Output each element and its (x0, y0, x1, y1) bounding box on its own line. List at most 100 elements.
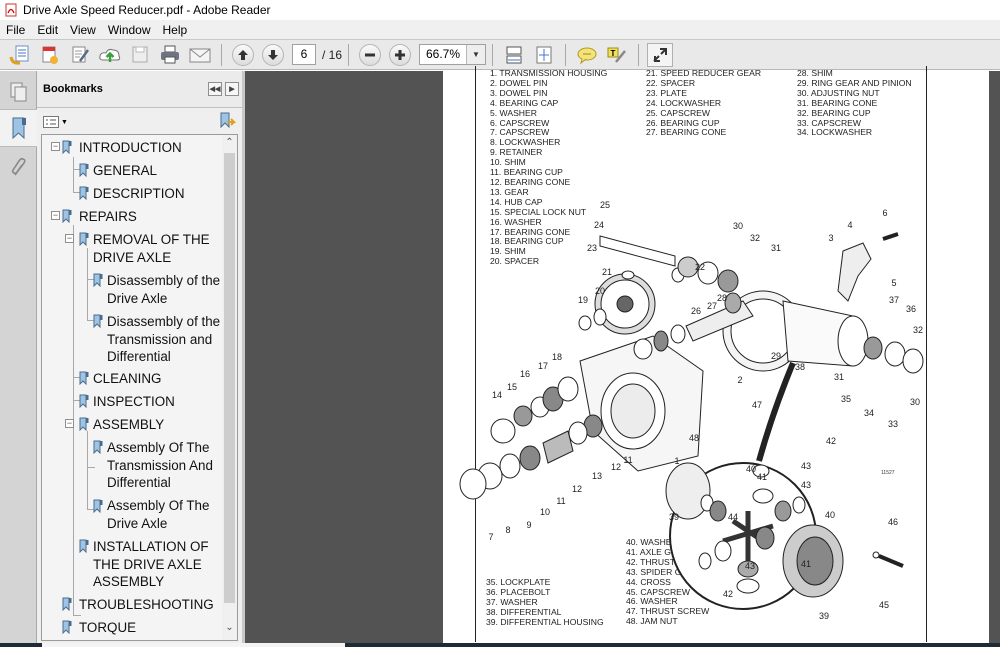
bookmark-icon (62, 209, 72, 223)
bookmarks-title: Bookmarks (43, 83, 103, 95)
edit-button[interactable] (67, 43, 93, 67)
callout-43: 43 (801, 480, 811, 490)
bookmark-installation[interactable]: INSTALLATION OF THE DRIVE AXLE ASSEMBLY (93, 538, 209, 591)
callout-36: 36 (906, 304, 916, 314)
bookmark-removal-of-the-drive-axle[interactable]: REMOVAL OF THE DRIVE AXLE (93, 231, 210, 266)
bookmark-disassembly-drive-axle[interactable]: Disassembly of the Drive Axle (107, 272, 220, 307)
menu-view[interactable]: View (64, 23, 102, 37)
callout-28: 28 (717, 293, 727, 303)
window-title: Drive Axle Speed Reducer.pdf - Adobe Rea… (23, 3, 271, 17)
open-icon (42, 46, 58, 64)
menu-file[interactable]: File (0, 23, 31, 37)
callout-44: 44 (728, 512, 738, 522)
toolbar-separator (638, 43, 640, 66)
callout-8: 8 (505, 525, 510, 535)
horizontal-scrollbar[interactable] (42, 643, 345, 647)
bookmark-introduction[interactable]: INTRODUCTION (79, 139, 182, 157)
fit-page-button[interactable] (531, 43, 557, 67)
callout-42: 42 (723, 589, 733, 599)
double-chevron-left-icon: ◀◀ (209, 86, 221, 93)
svg-text:T: T (611, 49, 616, 58)
print-button[interactable] (157, 43, 183, 67)
expand-current-bookmark-button[interactable] (218, 111, 237, 134)
highlight-button[interactable]: T (604, 43, 630, 67)
bookmark-icon (62, 140, 72, 154)
callout-30: 30 (910, 397, 920, 407)
bookmarks-scrollbar[interactable]: ⌃ ⌄ (222, 135, 237, 640)
fullscreen-button[interactable] (647, 42, 674, 67)
diagram-linework (459, 232, 924, 610)
callout-41: 41 (801, 559, 811, 569)
scroll-up-icon[interactable]: ⌃ (222, 137, 237, 153)
bookmark-assembly[interactable]: ASSEMBLY (93, 416, 164, 434)
callout-9: 9 (526, 520, 531, 530)
callout-42: 42 (826, 436, 836, 446)
callout-40: 40 (825, 510, 835, 520)
fullscreen-icon (653, 47, 668, 62)
email-button[interactable] (187, 43, 213, 67)
callout-33: 33 (888, 419, 898, 429)
toolbar-separator (348, 43, 350, 66)
callout-12: 12 (611, 462, 621, 472)
bookmark-disassembly-transmission[interactable]: Disassembly of the Transmission and Diff… (107, 313, 220, 366)
callout-47: 47 (752, 400, 762, 410)
collapse-toggle[interactable]: − (65, 419, 74, 428)
menu-edit[interactable]: Edit (31, 23, 64, 37)
bookmark-cleaning[interactable]: CLEANING (93, 370, 161, 388)
bookmark-assembly-drive-axle[interactable]: Assembly Of The Drive Axle (107, 497, 209, 532)
collapse-toggle[interactable]: − (51, 142, 60, 151)
attachments-panel-button[interactable] (0, 149, 37, 187)
bookmark-icon (93, 499, 103, 513)
bookmark-options-button[interactable]: ▼ (43, 116, 68, 128)
next-page-button[interactable] (260, 43, 286, 67)
menu-bar: File Edit View Window Help (0, 20, 1000, 39)
save-button[interactable] (127, 43, 153, 67)
callout-17: 17 (538, 361, 548, 371)
create-pdf-button[interactable] (7, 43, 33, 67)
upload-button[interactable] (97, 43, 123, 67)
chevron-down-icon: ▼ (61, 118, 68, 126)
bookmark-description[interactable]: DESCRIPTION (93, 185, 185, 203)
chevron-down-icon[interactable]: ▼ (466, 45, 486, 64)
bookmark-assembly-transmission[interactable]: Assembly Of The Transmission And Differe… (107, 439, 213, 492)
callout-13: 13 (592, 471, 602, 481)
comment-button[interactable] (574, 43, 600, 67)
callout-27: 27 (707, 301, 717, 311)
bookmark-general[interactable]: GENERAL (93, 162, 157, 180)
bookmark-icon (93, 440, 103, 454)
menu-window[interactable]: Window (102, 23, 157, 37)
bookmarks-panel-button[interactable] (0, 109, 38, 147)
zoom-value[interactable]: 66.7% (420, 45, 466, 64)
callout-41: 41 (757, 472, 767, 482)
collapse-toggle[interactable]: − (51, 211, 60, 220)
bookmark-icon (93, 314, 103, 328)
page-number-input[interactable]: 6 (292, 44, 316, 65)
title-bar: Drive Axle Speed Reducer.pdf - Adobe Rea… (0, 0, 1000, 20)
save-icon (132, 46, 148, 62)
bookmark-inspection[interactable]: INSPECTION (93, 393, 175, 411)
previous-page-button[interactable] (230, 43, 256, 67)
bookmark-troubleshooting[interactable]: TROUBLESHOOTING (79, 596, 214, 614)
pages-panel-button[interactable] (0, 73, 37, 111)
callout-6: 6 (882, 208, 887, 218)
menu-help[interactable]: Help (157, 23, 194, 37)
scroll-down-icon[interactable]: ⌄ (222, 622, 237, 638)
scrollbar-thumb[interactable] (224, 153, 235, 603)
bookmark-repairs[interactable]: REPAIRS (79, 208, 137, 226)
navigation-rail (0, 71, 38, 647)
open-button[interactable] (37, 43, 63, 67)
pages-icon (10, 82, 26, 102)
zoom-select[interactable]: 66.7% ▼ (419, 44, 487, 65)
callout-20: 20 (595, 286, 605, 296)
edit-icon (72, 46, 90, 62)
callout-1: 1 (674, 456, 679, 466)
collapse-panel-button[interactable]: ◀◀ (208, 82, 222, 96)
collapse-toggle[interactable]: − (65, 234, 74, 243)
exploded-parts-diagram: 25242322212019303231436537363226 27282938… (459, 200, 924, 621)
bookmark-torque[interactable]: TORQUE (79, 619, 136, 637)
zoom-in-button[interactable] (387, 43, 413, 67)
zoom-out-button[interactable] (357, 43, 383, 67)
expand-panel-button[interactable]: ▶ (225, 82, 239, 96)
fit-width-button[interactable] (501, 43, 527, 67)
bookmark-icon (79, 186, 89, 200)
